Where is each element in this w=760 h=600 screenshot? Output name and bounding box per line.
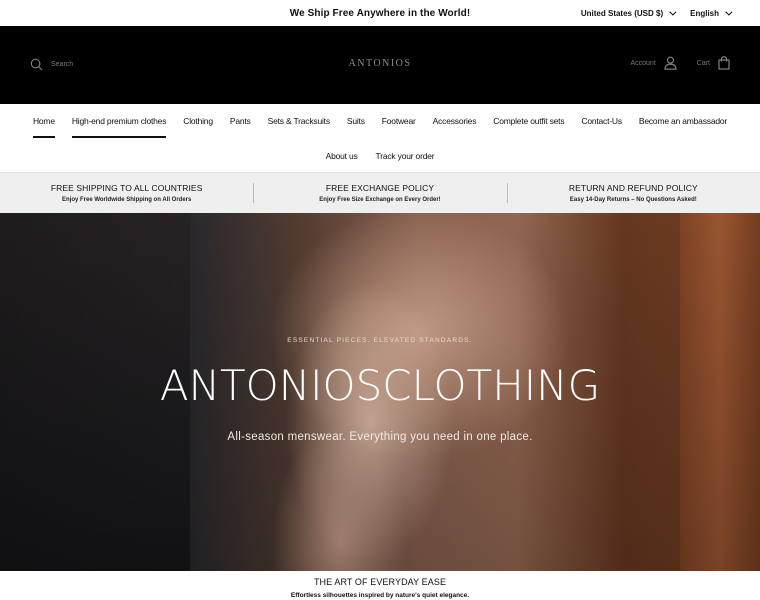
nav-item-high-end-premium-clothes[interactable]: High-end premium clothes bbox=[71, 114, 166, 138]
policy-free-exchange: FREE EXCHANGE POLICY Enjoy Free Size Exc… bbox=[253, 183, 506, 203]
chevron-down-icon bbox=[669, 8, 677, 16]
policy-free-shipping: FREE SHIPPING TO ALL COUNTRIES Enjoy Fre… bbox=[0, 183, 253, 203]
announcement-bar: We Ship Free Anywhere in the World! Unit… bbox=[0, 0, 760, 26]
hero-title: ANTONIOSCLOTHING bbox=[159, 361, 601, 410]
currency-selector[interactable]: United States (USD $) bbox=[580, 8, 677, 18]
section-title: THE ART OF EVERYDAY EASE bbox=[313, 577, 447, 587]
policy-title: FREE SHIPPING TO ALL COUNTRIES bbox=[50, 183, 203, 193]
nav-item-suits[interactable]: Suits bbox=[347, 114, 365, 138]
policy-strip: FREE SHIPPING TO ALL COUNTRIES Enjoy Fre… bbox=[0, 172, 760, 213]
account-label: Account bbox=[630, 59, 656, 67]
shopping-bag-icon bbox=[718, 56, 730, 70]
nav-item-track-your-order[interactable]: Track your order bbox=[376, 149, 435, 169]
hero-kicker: ESSENTIAL PIECES. ELEVATED STANDARDS. bbox=[287, 337, 473, 344]
cart-label: Cart bbox=[696, 59, 710, 67]
nav-item-complete-outfit-sets[interactable]: Complete outfit sets bbox=[493, 114, 564, 138]
hero-banner[interactable]: ESSENTIAL PIECES. ELEVATED STANDARDS. AN… bbox=[0, 213, 760, 571]
language-label: English bbox=[690, 8, 719, 18]
account-link[interactable]: Account bbox=[630, 56, 677, 70]
nav-item-pants[interactable]: Pants bbox=[230, 114, 251, 138]
policy-subtitle: Enjoy Free Size Exchange on Every Order! bbox=[319, 197, 441, 203]
announcement-message: We Ship Free Anywhere in the World! bbox=[289, 7, 471, 19]
nav-item-sets-tracksuits[interactable]: Sets & Tracksuits bbox=[268, 114, 330, 138]
policy-title: RETURN AND REFUND POLICY bbox=[568, 183, 698, 193]
nav-item-become-an-ambassador[interactable]: Become an ambassador bbox=[639, 114, 727, 138]
nav-item-contact-us[interactable]: Contact-Us bbox=[581, 114, 622, 138]
locale-selectors: United States (USD $) English bbox=[580, 0, 733, 26]
nav-item-accessories[interactable]: Accessories bbox=[433, 114, 477, 138]
policy-title: FREE EXCHANGE POLICY bbox=[325, 183, 435, 193]
nav-item-home[interactable]: Home bbox=[32, 114, 55, 138]
nav-item-about-us[interactable]: About us bbox=[326, 149, 358, 169]
chevron-down-icon bbox=[725, 8, 733, 16]
nav-item-clothing[interactable]: Clothing bbox=[183, 114, 213, 138]
cart-link[interactable]: Cart bbox=[697, 56, 730, 70]
section-intro: THE ART OF EVERYDAY EASE Effortless silh… bbox=[0, 571, 760, 600]
nav-row-secondary: About us Track your order bbox=[0, 149, 760, 169]
currency-label: United States (USD $) bbox=[580, 8, 664, 18]
nav-item-footwear[interactable]: Footwear bbox=[382, 114, 416, 138]
hero-subtitle: All-season menswear. Everything you need… bbox=[227, 431, 533, 443]
policy-return-refund: RETURN AND REFUND POLICY Easy 14-Day Ret… bbox=[506, 183, 760, 203]
user-icon bbox=[664, 56, 677, 70]
policy-subtitle: Easy 14-Day Returns – No Questions Asked… bbox=[569, 197, 697, 203]
site-header: Search ANTONIOS Account Cart bbox=[0, 26, 760, 104]
main-nav: Home High-end premium clothes Clothing P… bbox=[0, 104, 760, 172]
header-actions: Account Cart bbox=[630, 56, 730, 70]
policy-subtitle: Enjoy Free Worldwide Shipping on All Ord… bbox=[61, 197, 192, 203]
section-subtitle: Effortless silhouettes inspired by natur… bbox=[290, 592, 470, 599]
nav-row-primary: Home High-end premium clothes Clothing P… bbox=[0, 114, 760, 138]
language-selector[interactable]: English bbox=[690, 8, 733, 18]
